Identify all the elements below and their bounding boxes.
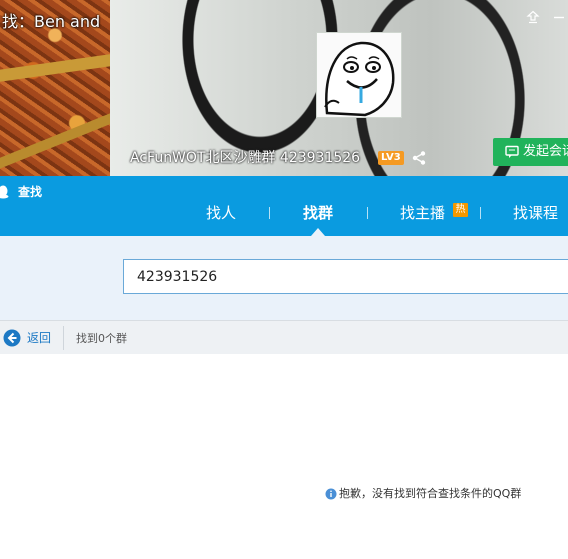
search-area xyxy=(0,236,568,320)
qq-penguin-icon xyxy=(0,185,9,199)
back-arrow-icon xyxy=(3,329,21,347)
empty-state-message: 抱歉，没有找到符合查找条件的QQ群 xyxy=(339,487,522,500)
result-count: 找到0个群 xyxy=(76,332,127,345)
pin-icon[interactable] xyxy=(526,10,540,24)
hot-badge: 热 xyxy=(453,203,468,217)
tab-find-people[interactable]: 找人 xyxy=(206,202,236,224)
results-list: 抱歉，没有找到符合查找条件的QQ群 xyxy=(0,354,568,559)
tab-find-courses[interactable]: 找课程 xyxy=(513,202,558,224)
share-icon[interactable] xyxy=(411,150,427,166)
brand-title: 查找 xyxy=(18,185,43,199)
tab-divider xyxy=(367,207,368,219)
video-thumbnail-stripe xyxy=(0,53,121,83)
tab-find-streamers[interactable]: 找主播 xyxy=(400,202,445,224)
info-icon xyxy=(325,488,337,500)
search-header: 查找 找人 找群 找主播 找课程 xyxy=(0,176,568,236)
video-caption: 找：Ben and xyxy=(2,12,101,31)
group-banner: 找：Ben and AcFunWOT北区沙雕群 423931526 LV3 发起… xyxy=(0,0,568,176)
meme-face-image xyxy=(324,41,395,117)
video-thumbnail-stripe xyxy=(0,112,117,174)
toolbar-divider xyxy=(63,326,64,350)
result-toolbar: 返回 找到0个群 xyxy=(0,320,568,354)
group-avatar[interactable] xyxy=(316,32,402,118)
start-chat-label: 发起会话 xyxy=(523,144,568,159)
level-badge: LV3 xyxy=(378,151,404,165)
group-title: AcFunWOT北区沙雕群 423931526 xyxy=(130,150,361,166)
active-tab-indicator xyxy=(311,228,325,236)
start-chat-button[interactable]: 发起会话 xyxy=(493,138,568,166)
tab-find-groups[interactable]: 找群 xyxy=(303,202,333,224)
tab-divider xyxy=(269,207,270,219)
tab-divider xyxy=(480,207,481,219)
minimize-icon[interactable] xyxy=(552,10,566,24)
chat-icon xyxy=(505,145,519,158)
back-label: 返回 xyxy=(27,331,52,345)
search-input[interactable] xyxy=(123,259,568,294)
